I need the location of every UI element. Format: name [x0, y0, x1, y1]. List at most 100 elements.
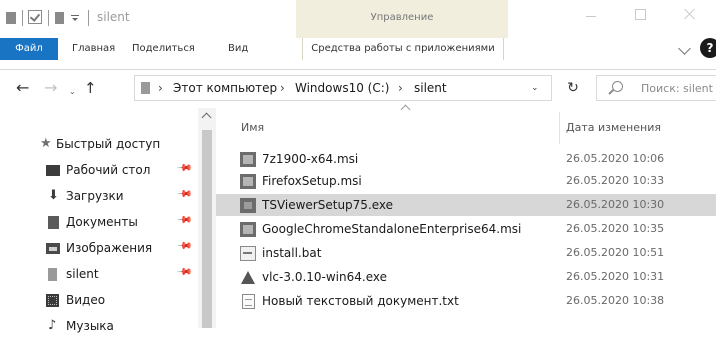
file-row[interactable]: Новый текстовый документ.txt 26.05.2020 … — [216, 290, 716, 312]
minimize-button[interactable] — [568, 0, 614, 30]
sidebar-item-video[interactable]: Видео — [0, 288, 196, 314]
file-name: Новый текстовый документ.txt — [262, 294, 459, 308]
sidebar-item-label: Рабочий стол — [66, 163, 151, 177]
tab-share[interactable]: Поделиться — [132, 38, 195, 60]
file-date: 26.05.2020 10:30 — [566, 198, 665, 211]
breadcrumb-drive[interactable]: Windows10 (C:) — [295, 81, 389, 95]
breadcrumb-separator-icon[interactable]: › — [398, 81, 403, 95]
properties-icon[interactable] — [28, 10, 42, 24]
batch-file-icon — [240, 246, 256, 261]
column-header-name[interactable]: Имя — [241, 121, 264, 134]
address-toolbar: ← → ⌄ ↑ › Этот компьютер › Windows10 (C:… — [0, 70, 716, 108]
navigation-pane: ★ Быстрый доступ Рабочий стол 📌 ⬇ Загруз… — [0, 108, 216, 333]
folder-icon — [48, 268, 57, 281]
file-row[interactable]: vlc-3.0.10-win64.exe 26.05.2020 10:31 — [216, 266, 716, 288]
breadcrumb-this-pc[interactable]: Этот компьютер — [173, 81, 277, 95]
folder-icon — [141, 82, 150, 94]
file-row[interactable]: 7z1900-x64.msi 26.05.2020 10:06 — [216, 148, 716, 170]
quick-access-divider — [48, 10, 49, 26]
file-name: FirefoxSetup.msi — [262, 174, 362, 188]
address-dropdown-icon[interactable]: ⌄ — [531, 83, 539, 93]
up-button[interactable]: ↑ — [84, 79, 97, 97]
sidebar-item-label: Изображения — [66, 241, 153, 255]
sidebar-item-desktop[interactable]: Рабочий стол 📌 — [0, 158, 196, 184]
maximize-button[interactable] — [617, 0, 663, 30]
file-list: Имя Дата изменения 7z1900-x64.msi 26.05.… — [216, 104, 716, 328]
address-input[interactable]: › Этот компьютер › Windows10 (C:) › sile… — [134, 75, 552, 101]
tab-file[interactable]: Файл — [0, 38, 58, 60]
back-button[interactable]: ← — [16, 79, 29, 97]
help-button[interactable]: ? — [700, 38, 716, 58]
search-icon — [612, 81, 623, 92]
sidebar-item-label: Документы — [66, 215, 138, 229]
context-tab-title: Управление — [370, 12, 434, 23]
file-date: 26.05.2020 10:51 — [566, 246, 665, 259]
sidebar-item-label: Музыка — [66, 319, 114, 333]
tab-view[interactable]: Вид — [228, 38, 248, 60]
quick-access-divider — [88, 10, 89, 26]
breadcrumb-separator-icon[interactable]: › — [280, 81, 285, 95]
tab-application-tools[interactable]: Средства работы с приложениями — [302, 38, 504, 60]
column-divider[interactable] — [559, 112, 560, 144]
music-icon: ♪ — [48, 318, 57, 333]
pin-icon[interactable]: 📌 — [176, 264, 193, 281]
sidebar-item-music[interactable]: ♪ Музыка — [0, 314, 196, 340]
file-name: TSViewerSetup75.exe — [262, 198, 394, 212]
file-row[interactable]: TSViewerSetup75.exe 26.05.2020 10:30 — [216, 194, 716, 216]
text-file-icon — [242, 294, 255, 309]
star-icon: ★ — [40, 136, 52, 151]
window-title: silent — [97, 10, 130, 24]
file-name: 7z1900-x64.msi — [262, 152, 359, 166]
close-button[interactable] — [666, 0, 712, 30]
chevron-down-icon[interactable] — [678, 42, 691, 55]
executable-icon — [240, 198, 256, 213]
file-date: 26.05.2020 10:38 — [566, 294, 665, 307]
recent-locations-button[interactable]: ⌄ — [69, 83, 76, 101]
navigation-scrollbar[interactable] — [198, 108, 216, 328]
context-tab-header: Управление — [296, 0, 508, 34]
tab-home[interactable]: Главная — [72, 38, 115, 60]
installer-icon — [240, 174, 256, 189]
forward-button[interactable]: → — [44, 79, 57, 97]
ribbon-tabs: Файл Главная Поделиться Вид Средства раб… — [0, 34, 716, 70]
file-date: 26.05.2020 10:33 — [566, 174, 665, 187]
file-date: 26.05.2020 10:06 — [566, 152, 665, 165]
sidebar-item-label: Быстрый доступ — [56, 137, 161, 151]
scrollbar-thumb[interactable] — [202, 130, 212, 328]
pin-icon[interactable]: 📌 — [176, 186, 193, 203]
new-folder-icon[interactable] — [55, 12, 64, 24]
sidebar-item-label: Загрузки — [66, 189, 124, 203]
scroll-up-icon[interactable] — [201, 112, 212, 123]
pin-icon[interactable]: 📌 — [176, 238, 193, 255]
desktop-icon — [46, 165, 60, 176]
breadcrumb-separator-icon[interactable]: › — [158, 81, 163, 95]
file-row[interactable]: GoogleChromeStandaloneEnterprise64.msi 2… — [216, 218, 716, 240]
search-placeholder: Поиск: silent — [641, 82, 713, 95]
folder-icon — [6, 12, 16, 24]
refresh-button[interactable]: ↻ — [556, 75, 590, 101]
installer-icon — [240, 222, 256, 237]
search-input[interactable]: Поиск: silent — [596, 75, 716, 101]
sidebar-item-label: silent — [66, 267, 99, 281]
download-icon: ⬇ — [48, 188, 59, 203]
customize-toolbar-icon[interactable] — [71, 15, 81, 21]
quick-access-divider — [22, 10, 23, 26]
column-header-date[interactable]: Дата изменения — [566, 121, 661, 134]
sidebar-item-quick-access[interactable]: ★ Быстрый доступ — [0, 132, 196, 158]
sidebar-item-silent[interactable]: silent 📌 — [0, 262, 196, 288]
file-row[interactable]: install.bat 26.05.2020 10:51 — [216, 242, 716, 264]
sidebar-item-documents[interactable]: Документы 📌 — [0, 210, 196, 236]
documents-icon — [48, 216, 59, 229]
sidebar-item-downloads[interactable]: ⬇ Загрузки 📌 — [0, 184, 196, 210]
file-row[interactable]: FirefoxSetup.msi 26.05.2020 10:33 — [216, 170, 716, 192]
sidebar-item-pictures[interactable]: Изображения 📌 — [0, 236, 196, 262]
breadcrumb-silent[interactable]: silent — [414, 81, 447, 95]
pin-icon[interactable]: 📌 — [176, 212, 193, 229]
video-icon — [46, 294, 59, 307]
file-date: 26.05.2020 10:31 — [566, 270, 665, 283]
title-bar: silent Управление — [0, 0, 716, 34]
file-date: 26.05.2020 10:35 — [566, 222, 665, 235]
vlc-cone-icon — [241, 271, 255, 284]
file-name: GoogleChromeStandaloneEnterprise64.msi — [262, 222, 522, 236]
pin-icon[interactable]: 📌 — [176, 160, 193, 177]
